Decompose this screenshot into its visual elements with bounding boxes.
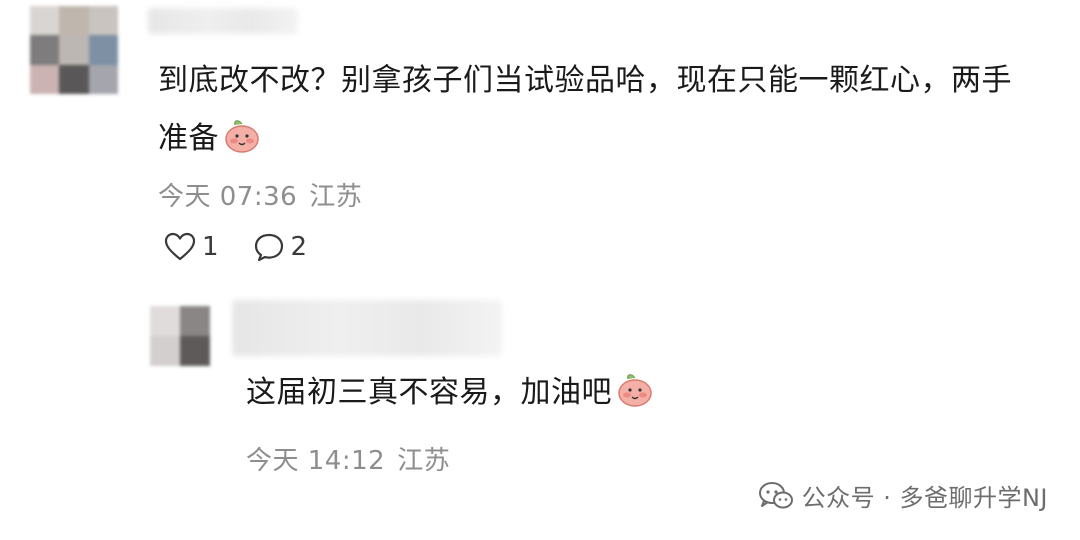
wechat-icon — [758, 481, 793, 508]
reply-text: 这届初三真不容易，加油吧 — [246, 364, 966, 428]
reply-avatar[interactable] — [150, 306, 210, 366]
speech-bubble-icon — [254, 233, 283, 262]
reply-meta: 今天 14:12 江苏 — [246, 440, 450, 477]
reply-time: 今天 14:12 — [246, 446, 386, 476]
reply-button[interactable]: 2 — [253, 232, 308, 262]
comment-text: 到底改不改？别拿孩子们当试验品哈，现在只能一颗红心，两手准备 — [158, 52, 1018, 174]
username-blurred[interactable] — [148, 8, 298, 34]
like-count: 1 — [202, 232, 219, 262]
watermark-text: 公众号 · 多爸聊升学NJ — [801, 484, 1048, 512]
reply-username-blurred[interactable] — [232, 300, 502, 356]
peach-face-emoji-icon — [616, 370, 654, 428]
comment-body: 到底改不改？别拿孩子们当试验品哈，现在只能一颗红心，两手准备 — [158, 63, 1012, 156]
reply-location: 江苏 — [397, 446, 451, 476]
peach-face-emoji-icon — [223, 116, 261, 174]
comment-location: 江苏 — [309, 182, 363, 212]
like-button[interactable]: 1 — [164, 232, 219, 262]
reply-body: 这届初三真不容易，加油吧 — [246, 375, 612, 410]
comment-actions: 1 2 — [164, 232, 307, 262]
reply-count: 2 — [290, 232, 308, 262]
heart-icon — [164, 232, 196, 261]
comment-time: 今天 07:36 — [158, 182, 298, 212]
avatar[interactable] — [30, 6, 118, 94]
watermark: 公众号 · 多爸聊升学NJ — [758, 478, 1048, 513]
comment-meta: 今天 07:36 江苏 — [158, 176, 362, 213]
